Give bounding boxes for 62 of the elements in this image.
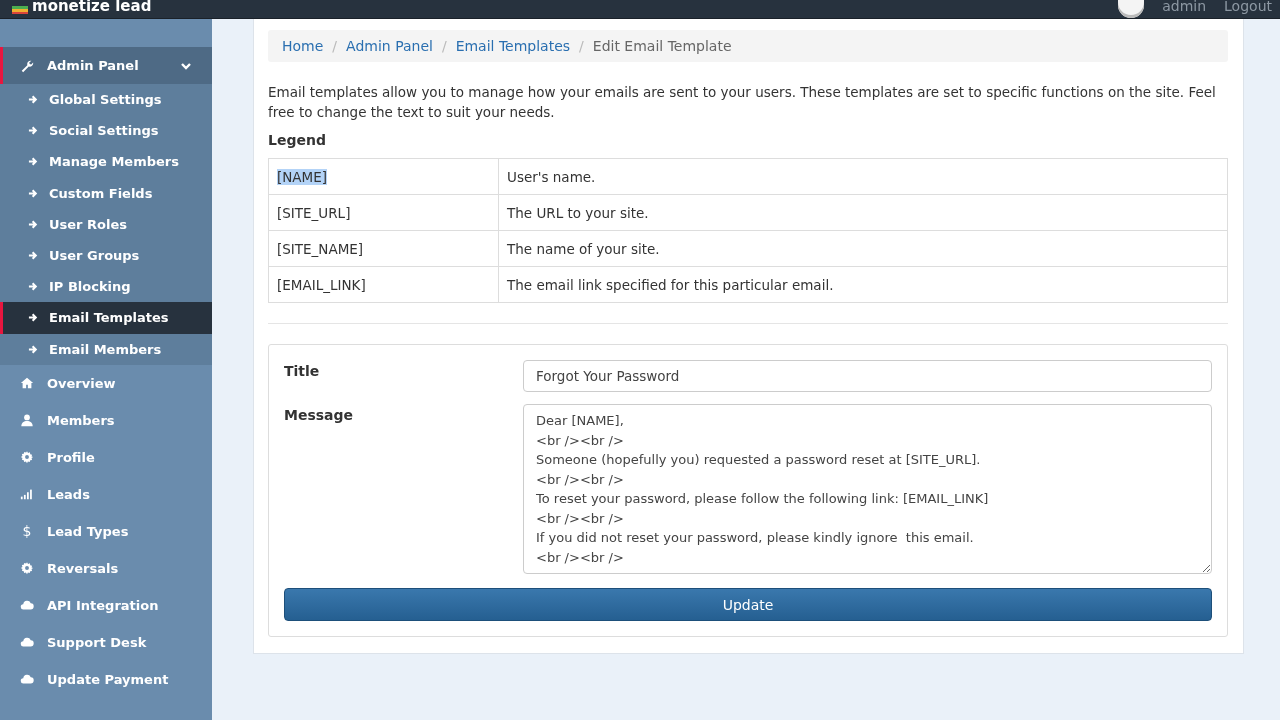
avatar-icon[interactable]	[1118, 0, 1145, 18]
legend-heading: Legend	[268, 132, 327, 148]
table-cell: [SITE_NAME]	[277, 240, 364, 257]
breadcrumb-separator: /	[441, 38, 447, 54]
breadcrumb-current: Edit Email Template	[592, 38, 732, 54]
user-icon	[20, 413, 34, 428]
table-cell: [NAME]	[277, 168, 328, 185]
sidebar-subitem[interactable]: Email Templates	[0, 302, 212, 334]
logo-icon	[12, 6, 28, 14]
arrow-icon	[28, 125, 39, 137]
arrow-icon	[28, 156, 39, 168]
sidebar-item[interactable]: Update Payment	[0, 660, 212, 698]
message-field[interactable]: Dear [NAME], <br /><br /> Someone (hopefully you) requested a password reset at [SITE_URL]. <br /><br /> To reset your password, please follow the following link: [EMAIL_LINK] <br /><br /> If you did not reset your password, please kindly ignore this email. <br /><br />	[523, 404, 1212, 574]
gear-icon	[20, 450, 34, 465]
arrow-icon	[28, 94, 39, 106]
dollar-icon: $	[20, 523, 34, 540]
sidebar-subitem[interactable]: Email Members	[0, 333, 212, 365]
sidebar-item[interactable]: Members	[0, 401, 212, 439]
sidebar-subitem[interactable]: Custom Fields	[0, 177, 212, 209]
sidebar-subitem[interactable]: Social Settings	[0, 115, 212, 147]
breadcrumb-separator: /	[332, 38, 338, 54]
sidebar-item[interactable]: API Integration	[0, 586, 212, 624]
logout-link[interactable]: Logout	[1224, 0, 1272, 18]
table-cell: The email link specified for this particular email.	[507, 276, 834, 293]
gear-icon	[20, 561, 34, 576]
breadcrumb-link[interactable]: Email Templates	[455, 38, 571, 54]
sidebar-subitem[interactable]: User Roles	[0, 208, 212, 240]
breadcrumb-link[interactable]: Admin Panel	[346, 38, 433, 54]
signal-bars-icon	[20, 487, 34, 502]
arrow-icon	[28, 250, 39, 262]
table-cell: [SITE_URL]	[277, 204, 351, 221]
sidebar-item[interactable]: $ Lead Types	[0, 512, 212, 550]
arrow-icon	[28, 187, 39, 199]
user-link[interactable]: admin	[1162, 0, 1207, 18]
table-cell: The name of your site.	[507, 240, 660, 257]
sidebar-subitem[interactable]: Global Settings	[0, 84, 212, 116]
arrow-icon	[28, 343, 39, 355]
breadcrumb-separator: /	[579, 38, 584, 54]
table-cell: [EMAIL_LINK]	[277, 276, 366, 293]
wrench-icon	[20, 58, 34, 73]
update-button[interactable]: Update	[284, 588, 1212, 621]
field-label: Title	[284, 362, 321, 381]
sidebar-item[interactable]: Profile	[0, 438, 212, 476]
field-label: Message	[284, 406, 355, 425]
sidebar-item[interactable]: Reversals	[0, 549, 212, 587]
arrow-icon	[28, 281, 39, 293]
table-cell: The URL to your site.	[507, 204, 649, 221]
arrow-icon	[28, 218, 39, 230]
sidebar-item[interactable]: Leads	[0, 475, 212, 513]
title-field[interactable]: Forgot Your Password	[523, 360, 1212, 392]
arrow-icon	[28, 312, 39, 324]
sidebar-subitem[interactable]: Manage Members	[0, 146, 212, 178]
brand-name[interactable]: monetize lead	[32, 0, 152, 18]
table-cell: User's name.	[507, 168, 596, 185]
sidebar-subitem[interactable]: IP Blocking	[0, 271, 212, 303]
intro-text: Email templates allow you to manage how your emails are sent to your users. These templates are set to specific functions on the site. Feel free to change the text to suit your needs.	[268, 83, 1217, 122]
breadcrumb-link[interactable]: Home	[282, 38, 324, 54]
sidebar-item[interactable]: Overview	[0, 364, 212, 402]
sidebar-item[interactable]: Admin Panel	[0, 47, 212, 84]
sidebar-item[interactable]: Support Desk	[0, 623, 212, 661]
home-icon	[20, 376, 34, 391]
sidebar-subitem[interactable]: User Groups	[0, 239, 212, 272]
